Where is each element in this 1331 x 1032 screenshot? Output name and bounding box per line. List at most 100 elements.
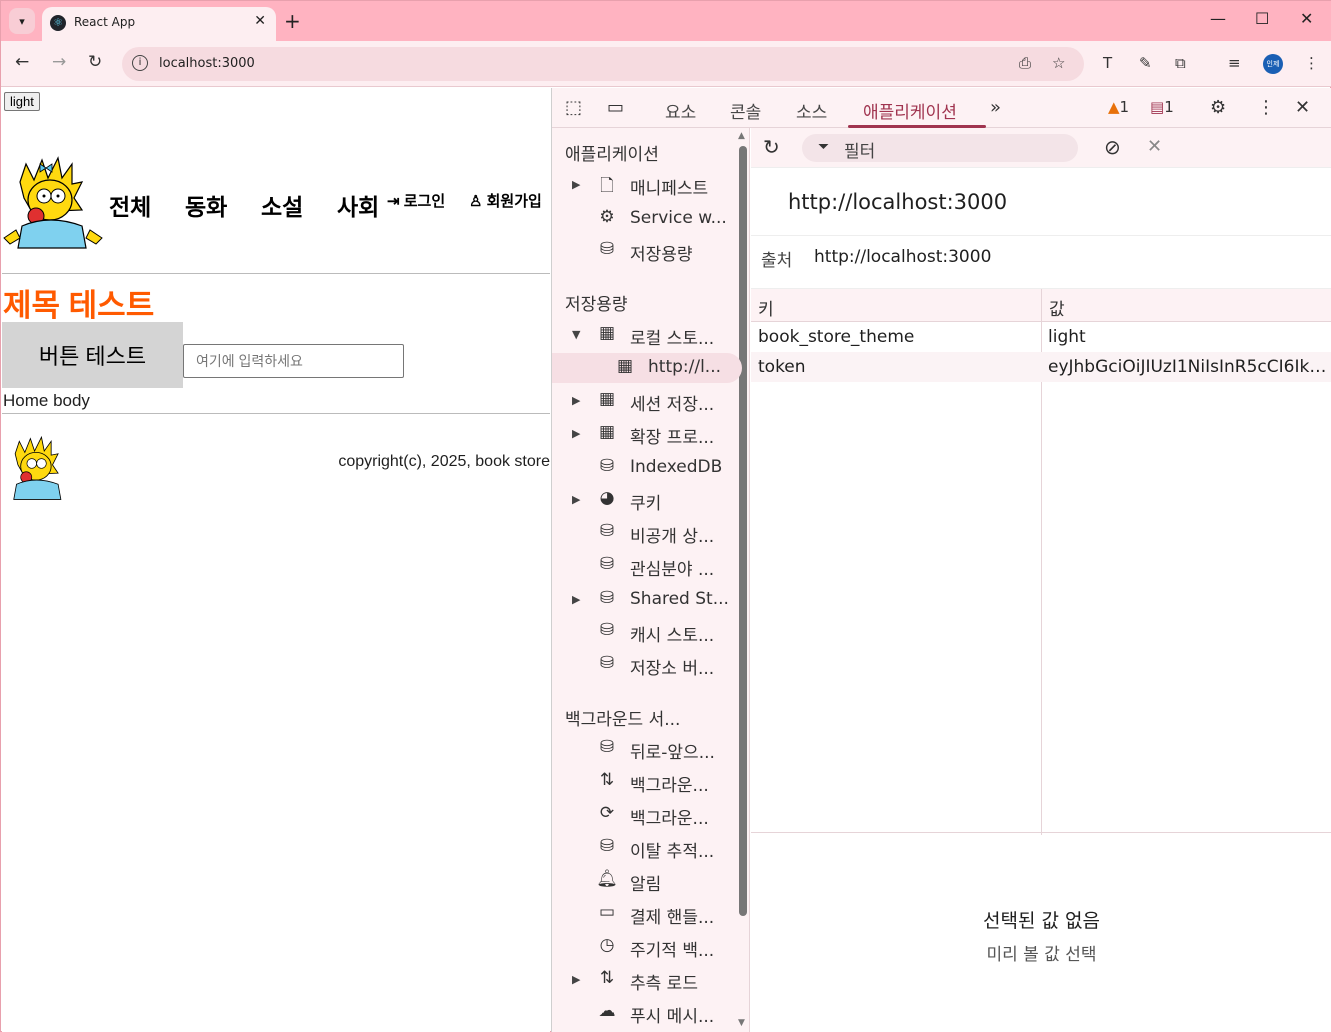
sidebar-item-payment-handler[interactable]: ▭ 결제 핸들... bbox=[552, 899, 742, 929]
sidebar-item-session-storage[interactable]: ▶ ▦ 세션 저장... bbox=[552, 386, 742, 416]
translate-extension-icon[interactable]: T bbox=[1103, 54, 1112, 72]
address-bar[interactable]: i localhost:3000 ⎙ ☆ bbox=[122, 47, 1084, 81]
sidebar-item-periodic-sync[interactable]: ◷ 주기적 백... bbox=[552, 932, 742, 962]
user-icon: ♙ bbox=[469, 193, 483, 210]
message-count: 1 bbox=[1164, 98, 1174, 116]
browser-toolbar: ← → ↻ i localhost:3000 ⎙ ☆ T ✎ ⧉ ≡ 인제 ⋮ bbox=[1, 41, 1331, 87]
collapse-arrow-icon[interactable]: ▼ bbox=[572, 328, 580, 341]
inspect-element-icon[interactable]: ⬚ bbox=[565, 97, 582, 118]
tab-sources[interactable]: 소스 bbox=[796, 98, 827, 123]
bell-icon: 🔔︎ bbox=[596, 869, 618, 889]
reload-icon[interactable]: ↻ bbox=[88, 52, 102, 72]
tab-search-button[interactable]: ▾ bbox=[9, 8, 35, 34]
install-app-icon[interactable]: ⎙ bbox=[1019, 54, 1031, 72]
sidebar-item-bfcache[interactable]: ⛁ 뒤로-앞으... bbox=[552, 734, 742, 764]
text-input[interactable]: 여기에 입력하세요 bbox=[183, 344, 404, 378]
new-tab-button[interactable]: + bbox=[284, 9, 301, 33]
minimize-icon[interactable]: — bbox=[1210, 9, 1226, 28]
warning-badge[interactable]: ▲1 bbox=[1108, 98, 1129, 116]
sidebar-item-push-messaging[interactable]: ☁ 푸시 메시... bbox=[552, 998, 742, 1028]
copyright-text: copyright(c), 2025, book store bbox=[338, 453, 550, 470]
menu-novel[interactable]: 소설 bbox=[261, 188, 303, 222]
sidebar-item-background-fetch[interactable]: ⇅ 백그라운... bbox=[552, 767, 742, 797]
message-badge[interactable]: ▤1 bbox=[1150, 98, 1174, 116]
site-info-icon[interactable]: i bbox=[132, 55, 148, 71]
back-icon[interactable]: ← bbox=[15, 52, 29, 72]
document-icon: 🗋 bbox=[600, 176, 614, 196]
sidebar-item-background-sync[interactable]: ⟳ 백그라운... bbox=[552, 800, 742, 830]
profile-avatar[interactable]: 인제 bbox=[1263, 54, 1283, 74]
tab-elements[interactable]: 요소 bbox=[665, 98, 696, 123]
signup-link[interactable]: ♙ 회원가입 bbox=[469, 190, 542, 211]
forward-icon[interactable]: → bbox=[52, 52, 66, 72]
expand-arrow-icon[interactable]: ▶ bbox=[572, 973, 580, 986]
sidebar-item-bounce-tracking[interactable]: ⛁ 이탈 추적... bbox=[552, 833, 742, 863]
filter-input[interactable]: ⏷ 필터 bbox=[802, 134, 1078, 162]
sidebar-item-extension-storage[interactable]: ▶ ▦ 확장 프로... bbox=[552, 419, 742, 449]
sidebar-item-cache-storage[interactable]: ⛁ 캐시 스토... bbox=[552, 617, 742, 647]
expand-arrow-icon[interactable]: ▶ bbox=[572, 593, 580, 606]
settings-gear-icon[interactable]: ⚙ bbox=[1210, 97, 1226, 118]
delete-selected-icon[interactable]: ✕ bbox=[1147, 136, 1162, 157]
sidebar-item-local-origin[interactable]: ▦ http://l... bbox=[552, 353, 742, 383]
menu-society[interactable]: 사회 bbox=[337, 188, 379, 222]
sidebar-item-storage-buckets[interactable]: ⛁ 저장소 버... bbox=[552, 650, 742, 680]
extensions-puzzle-icon[interactable]: ⧉ bbox=[1175, 54, 1186, 72]
browser-menu-icon[interactable]: ⋮ bbox=[1304, 54, 1319, 72]
database-icon: ⛁ bbox=[599, 653, 615, 673]
sidebar-item-indexeddb[interactable]: ⛁ IndexedDB bbox=[552, 453, 742, 483]
sidebar-item-cookies[interactable]: ▶ ◕ 쿠키 bbox=[552, 485, 742, 515]
eyedropper-extension-icon[interactable]: ✎ bbox=[1139, 54, 1152, 72]
login-icon: ⇥ bbox=[387, 193, 400, 210]
close-window-icon[interactable]: ✕ bbox=[1300, 9, 1313, 28]
bookmark-star-icon[interactable]: ☆ bbox=[1052, 54, 1065, 72]
sidebar-item-notifications[interactable]: 🔔︎ 알림 bbox=[552, 866, 742, 896]
login-link[interactable]: ⇥ 로그인 bbox=[387, 190, 445, 211]
clear-all-icon[interactable]: ⊘ bbox=[1104, 135, 1121, 159]
maggie-logo[interactable] bbox=[2, 152, 104, 256]
media-control-icon[interactable]: ≡ bbox=[1228, 54, 1241, 72]
device-toolbar-icon[interactable]: ▭ bbox=[607, 97, 624, 118]
table-row[interactable]: token eyJhbGciOiJIUzI1NiIsInR5cCI6Ikp... bbox=[751, 352, 1331, 382]
close-devtools-icon[interactable]: ✕ bbox=[1295, 97, 1310, 118]
expand-arrow-icon[interactable]: ▶ bbox=[572, 178, 580, 191]
expand-arrow-icon[interactable]: ▶ bbox=[572, 394, 580, 407]
database-icon: ⛁ bbox=[599, 836, 615, 856]
column-header-value[interactable]: 값 bbox=[1042, 289, 1331, 322]
sidebar-item-shared-storage[interactable]: ▶ ⛁ Shared St... bbox=[552, 585, 742, 615]
sidebar-item-local-storage[interactable]: ▼ ▦ 로컬 스토... bbox=[552, 320, 742, 350]
more-tabs-icon[interactable]: » bbox=[990, 97, 1001, 118]
sidebar-item-private-state[interactable]: ⛁ 비공개 상... bbox=[552, 518, 742, 548]
table-icon: ▦ bbox=[616, 356, 634, 376]
expand-arrow-icon[interactable]: ▶ bbox=[572, 427, 580, 440]
close-tab-icon[interactable]: ✕ bbox=[254, 13, 266, 29]
sidebar-item-service-workers[interactable]: ⚙ Service w... bbox=[552, 204, 742, 234]
expand-arrow-icon[interactable]: ▶ bbox=[572, 493, 580, 506]
sidebar-item-storage[interactable]: ⛁ 저장용량 bbox=[552, 236, 742, 266]
theme-toggle-button[interactable]: light bbox=[4, 92, 40, 111]
cloud-icon: ☁ bbox=[598, 1001, 616, 1021]
footer-maggie-logo bbox=[13, 435, 62, 500]
column-header-key[interactable]: 키 bbox=[751, 289, 1041, 322]
table-icon: ▦ bbox=[598, 323, 616, 343]
sidebar-item-interest-groups[interactable]: ⛁ 관심분야 ... bbox=[552, 551, 742, 581]
storage-view: ↻ ⏷ 필터 ⊘ ✕ http://localhost:3000 출처 http… bbox=[751, 128, 1331, 1032]
filter-funnel-icon: ⏷ bbox=[818, 139, 830, 155]
browser-tab[interactable]: ⚛ React App ✕ bbox=[42, 7, 276, 41]
test-button[interactable]: 버튼 테스트 bbox=[2, 322, 183, 388]
maximize-icon[interactable]: ☐ bbox=[1255, 9, 1269, 28]
tab-application[interactable]: 애플리케이션 bbox=[863, 98, 957, 123]
table-icon: ▦ bbox=[598, 389, 616, 409]
table-row[interactable]: book_store_theme light bbox=[751, 322, 1331, 352]
menu-fairytale[interactable]: 동화 bbox=[185, 188, 227, 222]
tab-console[interactable]: 콘솔 bbox=[730, 98, 761, 123]
web-page: light 전체 동화 소설 사회 ⇥ 로그인 ♙ 회원가입 제목 테스트 버튼… bbox=[2, 88, 550, 1032]
origin-label: 출처 bbox=[761, 251, 793, 271]
sidebar-item-manifest[interactable]: ▶ 🗋 매니페스트 bbox=[552, 170, 742, 200]
menu-all[interactable]: 전체 bbox=[109, 188, 151, 222]
scroll-up-icon[interactable]: ▲ bbox=[738, 131, 745, 141]
filter-placeholder: 필터 bbox=[844, 142, 876, 162]
sidebar-item-speculative-loads[interactable]: ▶ ⇅ 추측 로드 bbox=[552, 965, 742, 995]
devtools-menu-icon[interactable]: ⋮ bbox=[1257, 97, 1275, 118]
refresh-icon[interactable]: ↻ bbox=[763, 135, 780, 159]
